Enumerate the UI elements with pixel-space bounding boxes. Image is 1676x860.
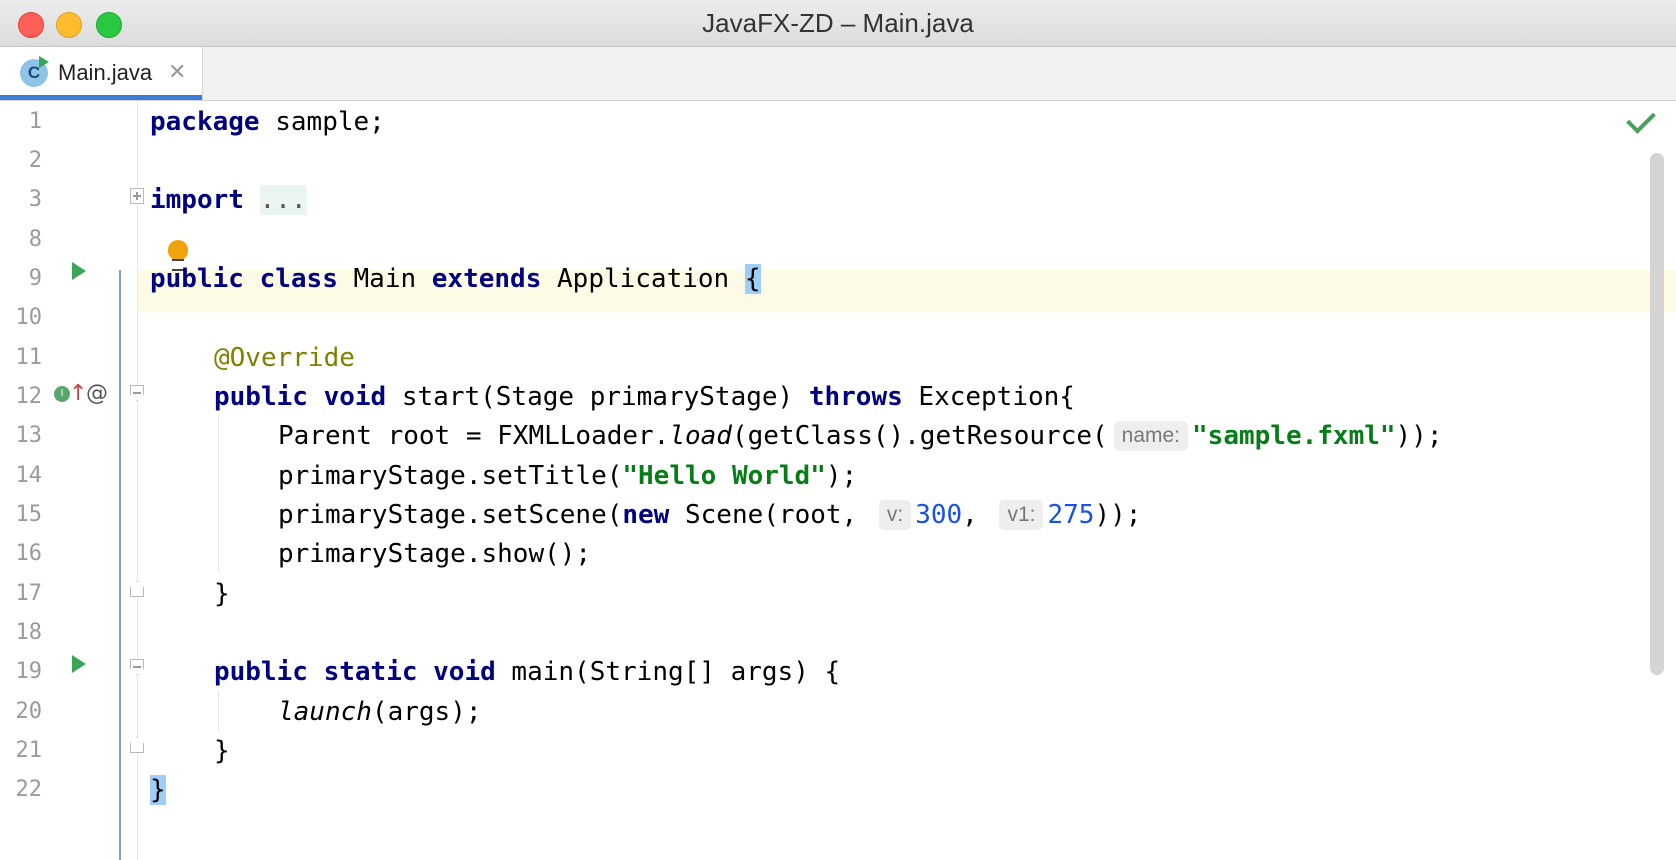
- line-number: 8: [28, 227, 42, 252]
- code-text: primaryStage.show();: [278, 539, 592, 569]
- code-text: sample;: [259, 107, 385, 137]
- code-line-15[interactable]: primaryStage.setScene(new Scene(root, v:…: [278, 494, 1141, 536]
- static-call: launch: [278, 697, 372, 727]
- code-text: );: [825, 461, 858, 491]
- keyword: public: [150, 264, 244, 294]
- keyword: static: [323, 657, 418, 687]
- editor-tab-bar: C Main.java ✕: [0, 47, 1676, 101]
- active-tab-indicator: [0, 95, 202, 100]
- static-call: load: [669, 421, 732, 451]
- code-line-16[interactable]: primaryStage.show();: [278, 533, 591, 575]
- line-number: 14: [15, 463, 43, 488]
- inspection-ok-icon[interactable]: [1626, 104, 1656, 134]
- keyword: void: [433, 657, 496, 687]
- line-number: 9: [28, 266, 42, 291]
- number-literal: 275: [1047, 500, 1095, 530]
- keyword: public: [214, 657, 308, 687]
- close-icon[interactable]: ✕: [168, 60, 186, 86]
- line-number: 21: [15, 738, 43, 763]
- code-line-9[interactable]: public class Main extends Application {: [150, 258, 761, 300]
- keyword: package: [150, 107, 260, 137]
- keyword: void: [323, 382, 387, 412]
- code-line-13[interactable]: Parent root = FXMLLoader.load(getClass()…: [278, 415, 1443, 457]
- code-text: primaryStage.setScene(: [278, 500, 623, 530]
- run-gutter-icon[interactable]: [72, 655, 86, 673]
- keyword: class: [259, 264, 338, 294]
- line-number: 1: [28, 109, 42, 134]
- folded-imports[interactable]: ...: [259, 185, 307, 215]
- line-number: 16: [15, 541, 43, 566]
- code-line-19[interactable]: public static void main(String[] args) {: [214, 651, 840, 693]
- code-text: Scene(root,: [669, 500, 873, 530]
- keyword: extends: [431, 264, 542, 294]
- code-editor[interactable]: 1 2 3 8 9 10 11 12 13 14 15 16 17 18 19 …: [0, 101, 1676, 860]
- code-line-11[interactable]: @Override: [214, 337, 355, 379]
- annotation: @Override: [214, 343, 355, 373]
- class-scope-indicator: [119, 270, 121, 860]
- parameter-hint: name:: [1113, 421, 1189, 451]
- line-number: 20: [15, 699, 43, 724]
- string-literal: "sample.fxml": [1192, 421, 1396, 451]
- code-text: }: [214, 736, 230, 766]
- number-literal: 300: [915, 500, 963, 530]
- window-title: JavaFX-ZD – Main.java: [702, 8, 974, 38]
- intention-bulb-icon[interactable]: [168, 240, 188, 260]
- parameter-hint: v:: [878, 500, 912, 530]
- line-number: 2: [28, 148, 42, 173]
- code-text: ));: [1094, 500, 1142, 530]
- ide-window: JavaFX-ZD – Main.java C Main.java ✕ 1 2 …: [0, 0, 1676, 860]
- keyword: throws: [808, 382, 903, 412]
- line-number: 3: [28, 187, 42, 212]
- code-line-22[interactable]: }: [150, 769, 166, 811]
- string-literal: "Hello World": [622, 461, 826, 491]
- code-line-12[interactable]: public void start(Stage primaryStage) th…: [214, 376, 1075, 418]
- code-text: ,: [962, 500, 994, 530]
- run-gutter-icon[interactable]: [72, 262, 86, 280]
- code-text: primaryStage.setTitle(: [278, 461, 623, 491]
- line-number: 17: [15, 581, 43, 606]
- implements-icon[interactable]: I: [54, 386, 70, 402]
- tab-label: Main.java: [58, 60, 153, 85]
- code-text: main(String[] args) {: [495, 657, 841, 687]
- code-text: ));: [1395, 421, 1443, 451]
- code-text: }: [214, 579, 230, 609]
- indent-guide: [218, 415, 219, 572]
- code-line-20[interactable]: launch(args);: [278, 691, 482, 733]
- run-badge-icon: [39, 56, 49, 68]
- code-text: start(Stage primaryStage): [386, 382, 809, 412]
- title-bar: JavaFX-ZD – Main.java: [0, 0, 1676, 47]
- code-text: Exception{: [902, 382, 1075, 412]
- line-number: 15: [15, 502, 43, 527]
- line-number: 12: [15, 384, 43, 409]
- keyword: new: [622, 500, 670, 530]
- keyword: public: [214, 382, 308, 412]
- fold-expand-icon[interactable]: [130, 188, 144, 204]
- code-text: (args);: [371, 697, 482, 727]
- line-number: 10: [15, 305, 43, 330]
- vertical-scrollbar[interactable]: [1650, 153, 1664, 675]
- line-number: 19: [15, 659, 43, 684]
- code-text: (getClass().getResource(: [731, 421, 1108, 451]
- line-number: 11: [15, 345, 43, 370]
- parameter-hint: v1:: [999, 500, 1044, 530]
- matched-brace: {: [744, 264, 761, 294]
- overrides-arrow-icon[interactable]: ↑: [69, 379, 87, 409]
- code-line-1[interactable]: package sample;: [150, 101, 385, 143]
- code-line-3[interactable]: import ...: [150, 179, 307, 221]
- code-line-14[interactable]: primaryStage.setTitle("Hello World");: [278, 455, 857, 497]
- code-line-21[interactable]: }: [214, 730, 230, 772]
- code-text: Parent root = FXMLLoader.: [278, 421, 670, 451]
- code-text: Main: [337, 264, 432, 294]
- line-number: 18: [15, 620, 43, 645]
- annotation-icon[interactable]: @: [86, 379, 108, 409]
- code-text: Application: [541, 264, 745, 294]
- keyword: import: [150, 185, 244, 215]
- indent-guide: [218, 691, 219, 730]
- matched-brace: }: [150, 775, 166, 805]
- line-number: 22: [15, 777, 43, 802]
- tab-main-java[interactable]: C Main.java ✕: [0, 47, 203, 100]
- code-line-17[interactable]: }: [214, 573, 230, 615]
- line-number: 13: [15, 423, 43, 448]
